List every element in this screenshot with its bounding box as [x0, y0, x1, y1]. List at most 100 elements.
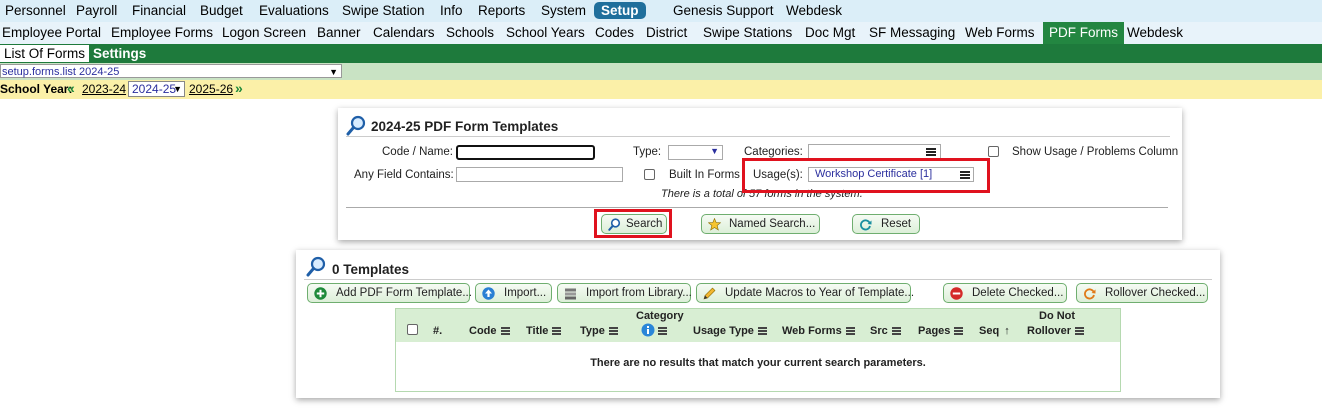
tab-list-of-forms[interactable]: List Of Forms	[0, 45, 90, 62]
subnav-employee-forms[interactable]: Employee Forms	[111, 25, 213, 40]
subnav-webdesk[interactable]: Webdesk	[1127, 25, 1183, 40]
form-divider	[346, 207, 1168, 208]
show-usage-checkbox[interactable]	[988, 146, 999, 157]
menu-icon	[757, 327, 767, 336]
import-library-button[interactable]: Import from Library...	[557, 283, 692, 303]
col-rollover[interactable]: Rollover	[1027, 325, 1085, 337]
library-icon	[565, 288, 576, 300]
add-template-button[interactable]: Add PDF Form Template...	[307, 283, 472, 303]
subnav-sf-messaging[interactable]: SF Messaging	[869, 25, 955, 40]
col-title[interactable]: Title	[526, 325, 562, 337]
search-highlight-box	[594, 209, 672, 238]
chevron-down-icon: ▼	[173, 84, 182, 94]
menu-icon	[845, 327, 855, 336]
school-year-select-value: 2024-25	[132, 82, 177, 96]
built-in-label: Built In Forms	[669, 169, 740, 181]
col-usage-type[interactable]: Usage Type	[693, 325, 767, 337]
subnav-calendars[interactable]: Calendars	[373, 25, 435, 40]
nav-info[interactable]: Info	[440, 3, 463, 18]
delete-checked-button[interactable]: Delete Checked...	[943, 283, 1067, 303]
col-web-forms[interactable]: Web Forms	[782, 325, 855, 337]
nav-setup[interactable]: Setup	[594, 2, 646, 19]
nav-reports[interactable]: Reports	[478, 3, 525, 18]
screen-select-bar: setup.forms.list 2024-25 ▼	[0, 63, 1322, 80]
col-do-not: Do Not	[1039, 310, 1076, 322]
col-category[interactable]: Category	[636, 310, 684, 322]
nav-system[interactable]: System	[541, 3, 586, 18]
show-usage-label: Show Usage / Problems Column	[1012, 146, 1179, 158]
col-pages[interactable]: Pages	[918, 325, 964, 337]
menu-icon	[891, 327, 901, 336]
nav-evaluations[interactable]: Evaluations	[259, 3, 329, 18]
magnifier-icon	[306, 256, 326, 277]
col-src[interactable]: Src	[870, 325, 901, 337]
results-table: #. Code Title Type Category Usage Type W…	[395, 308, 1121, 392]
reset-button-label: Reset	[881, 218, 912, 230]
pencil-icon	[703, 287, 716, 300]
col-code[interactable]: Code	[469, 325, 510, 337]
subnav-doc-mgt[interactable]: Doc Mgt	[805, 25, 855, 40]
star-search-icon	[708, 218, 721, 231]
screen-select[interactable]: setup.forms.list 2024-25 ▼	[0, 64, 342, 78]
built-in-checkbox[interactable]	[644, 169, 655, 180]
import-label: Import...	[504, 287, 547, 299]
menu-icon	[500, 327, 510, 336]
import-library-label: Import from Library...	[586, 287, 692, 299]
subnav-employee-portal[interactable]: Employee Portal	[2, 25, 101, 40]
col-num: #.	[433, 325, 443, 337]
prev-year-icon[interactable]: «	[67, 80, 75, 96]
import-button[interactable]: Import...	[475, 283, 552, 303]
subnav-logon-screen[interactable]: Logon Screen	[222, 25, 306, 40]
nav-financial[interactable]: Financial	[132, 3, 186, 18]
update-macros-button[interactable]: Update Macros to Year of Template...	[696, 283, 915, 303]
type-select[interactable]: ▼	[668, 145, 723, 160]
col-seq-label: Seq	[979, 325, 1000, 337]
nav-personnel[interactable]: Personnel	[5, 3, 66, 18]
menu-icon	[926, 148, 936, 156]
nav-budget[interactable]: Budget	[200, 3, 243, 18]
nav-webdesk[interactable]: Webdesk	[786, 3, 842, 18]
main-nav: Personnel Payroll Financial Budget Evalu…	[0, 0, 1322, 22]
delete-icon	[950, 287, 963, 300]
nav-swipe-station[interactable]: Swipe Station	[342, 3, 425, 18]
rollover-checked-button[interactable]: Rollover Checked...	[1076, 283, 1208, 303]
col-type[interactable]: Type	[580, 325, 618, 337]
subnav-pdf-forms[interactable]: PDF Forms	[1043, 22, 1124, 45]
tab-settings[interactable]: Settings	[93, 45, 146, 62]
update-macros-label: Update Macros to Year of Template...	[725, 287, 915, 299]
subnav-schools[interactable]: Schools	[446, 25, 494, 40]
menu-icon	[1075, 327, 1085, 336]
rollover-icon	[1084, 288, 1096, 300]
subnav-banner[interactable]: Banner	[317, 25, 361, 40]
type-label: Type:	[633, 146, 662, 158]
templates-divider	[304, 279, 1212, 280]
subnav-swipe-stations[interactable]: Swipe Stations	[703, 25, 792, 40]
subnav-web-forms[interactable]: Web Forms	[965, 25, 1035, 40]
tab-bar: List Of Forms Settings	[0, 44, 1322, 63]
nav-payroll[interactable]: Payroll	[76, 3, 117, 18]
categories-label: Categories:	[744, 146, 803, 158]
nav-genesis-support[interactable]: Genesis Support	[673, 3, 774, 18]
table-header: #. Code Title Type Category Usage Type W…	[396, 309, 1120, 342]
school-year-select[interactable]: 2024-25 ▼	[128, 81, 185, 97]
named-search-button[interactable]: Named Search...	[701, 214, 820, 234]
col-web-forms-label: Web Forms	[782, 325, 842, 337]
subnav-codes[interactable]: Codes	[595, 25, 634, 40]
reset-button[interactable]: Reset	[852, 214, 920, 234]
subnav-district[interactable]: District	[646, 25, 687, 40]
chevron-down-icon: ▼	[329, 67, 338, 77]
empty-results-message: There are no results that match your cur…	[590, 357, 926, 369]
title-divider	[346, 136, 1170, 137]
prev-year-link[interactable]: 2023-24	[82, 82, 126, 96]
sub-nav: Employee Portal Employee Forms Logon Scr…	[0, 22, 1322, 45]
select-all-checkbox[interactable]	[407, 324, 418, 335]
info-icon[interactable]	[641, 323, 655, 337]
any-field-input[interactable]	[456, 167, 623, 182]
next-year-icon[interactable]: »	[235, 80, 243, 96]
code-name-input[interactable]	[456, 145, 595, 160]
menu-icon	[954, 327, 964, 336]
next-year-link[interactable]: 2025-26	[189, 82, 233, 96]
col-seq[interactable]: Seq ↑	[979, 325, 1010, 337]
subnav-school-years[interactable]: School Years	[506, 25, 585, 40]
categories-select[interactable]	[808, 144, 941, 159]
